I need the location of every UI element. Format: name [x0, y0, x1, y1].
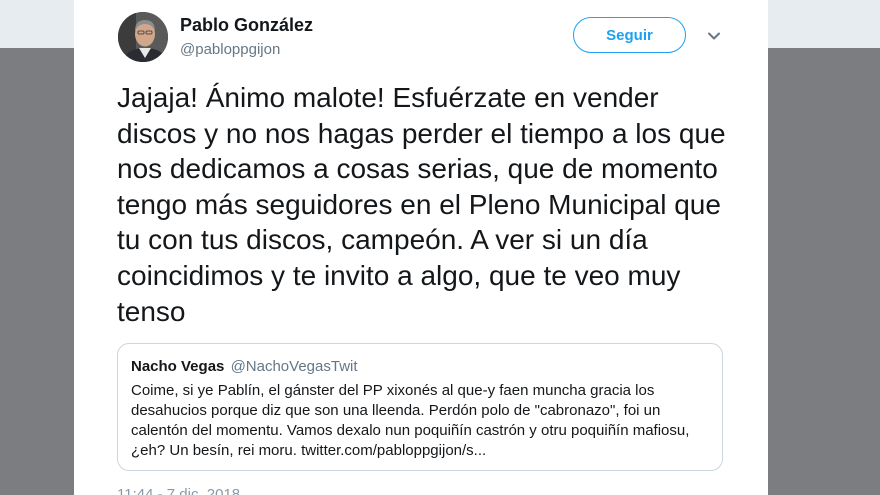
author-handle[interactable]: @pabloppgijon: [180, 41, 280, 58]
tweet-card: Pablo González @pabloppgijon Seguir Jaja…: [74, 0, 768, 495]
follow-button[interactable]: Seguir: [573, 17, 686, 53]
tweet-timestamp[interactable]: 11:44 - 7 dic. 2018: [117, 486, 240, 495]
tweet-text: Jajaja! Ánimo malote! Esfuérzate en vend…: [117, 82, 726, 327]
quoted-author-handle: @NachoVegasTwit: [230, 358, 358, 375]
quoted-tweet-header: Nacho Vegas @NachoVegasTwit: [131, 358, 709, 376]
quoted-tweet-text: Coime, si ye Pablín, el gánster del PP x…: [131, 382, 690, 459]
quoted-tweet[interactable]: Nacho Vegas @NachoVegasTwit Coime, si ye…: [117, 343, 723, 471]
author-avatar[interactable]: [118, 12, 168, 62]
author-name[interactable]: Pablo González: [180, 15, 313, 36]
chevron-down-icon[interactable]: [704, 26, 724, 46]
quoted-author-name: Nacho Vegas: [131, 358, 225, 375]
avatar-photo: [118, 12, 168, 62]
